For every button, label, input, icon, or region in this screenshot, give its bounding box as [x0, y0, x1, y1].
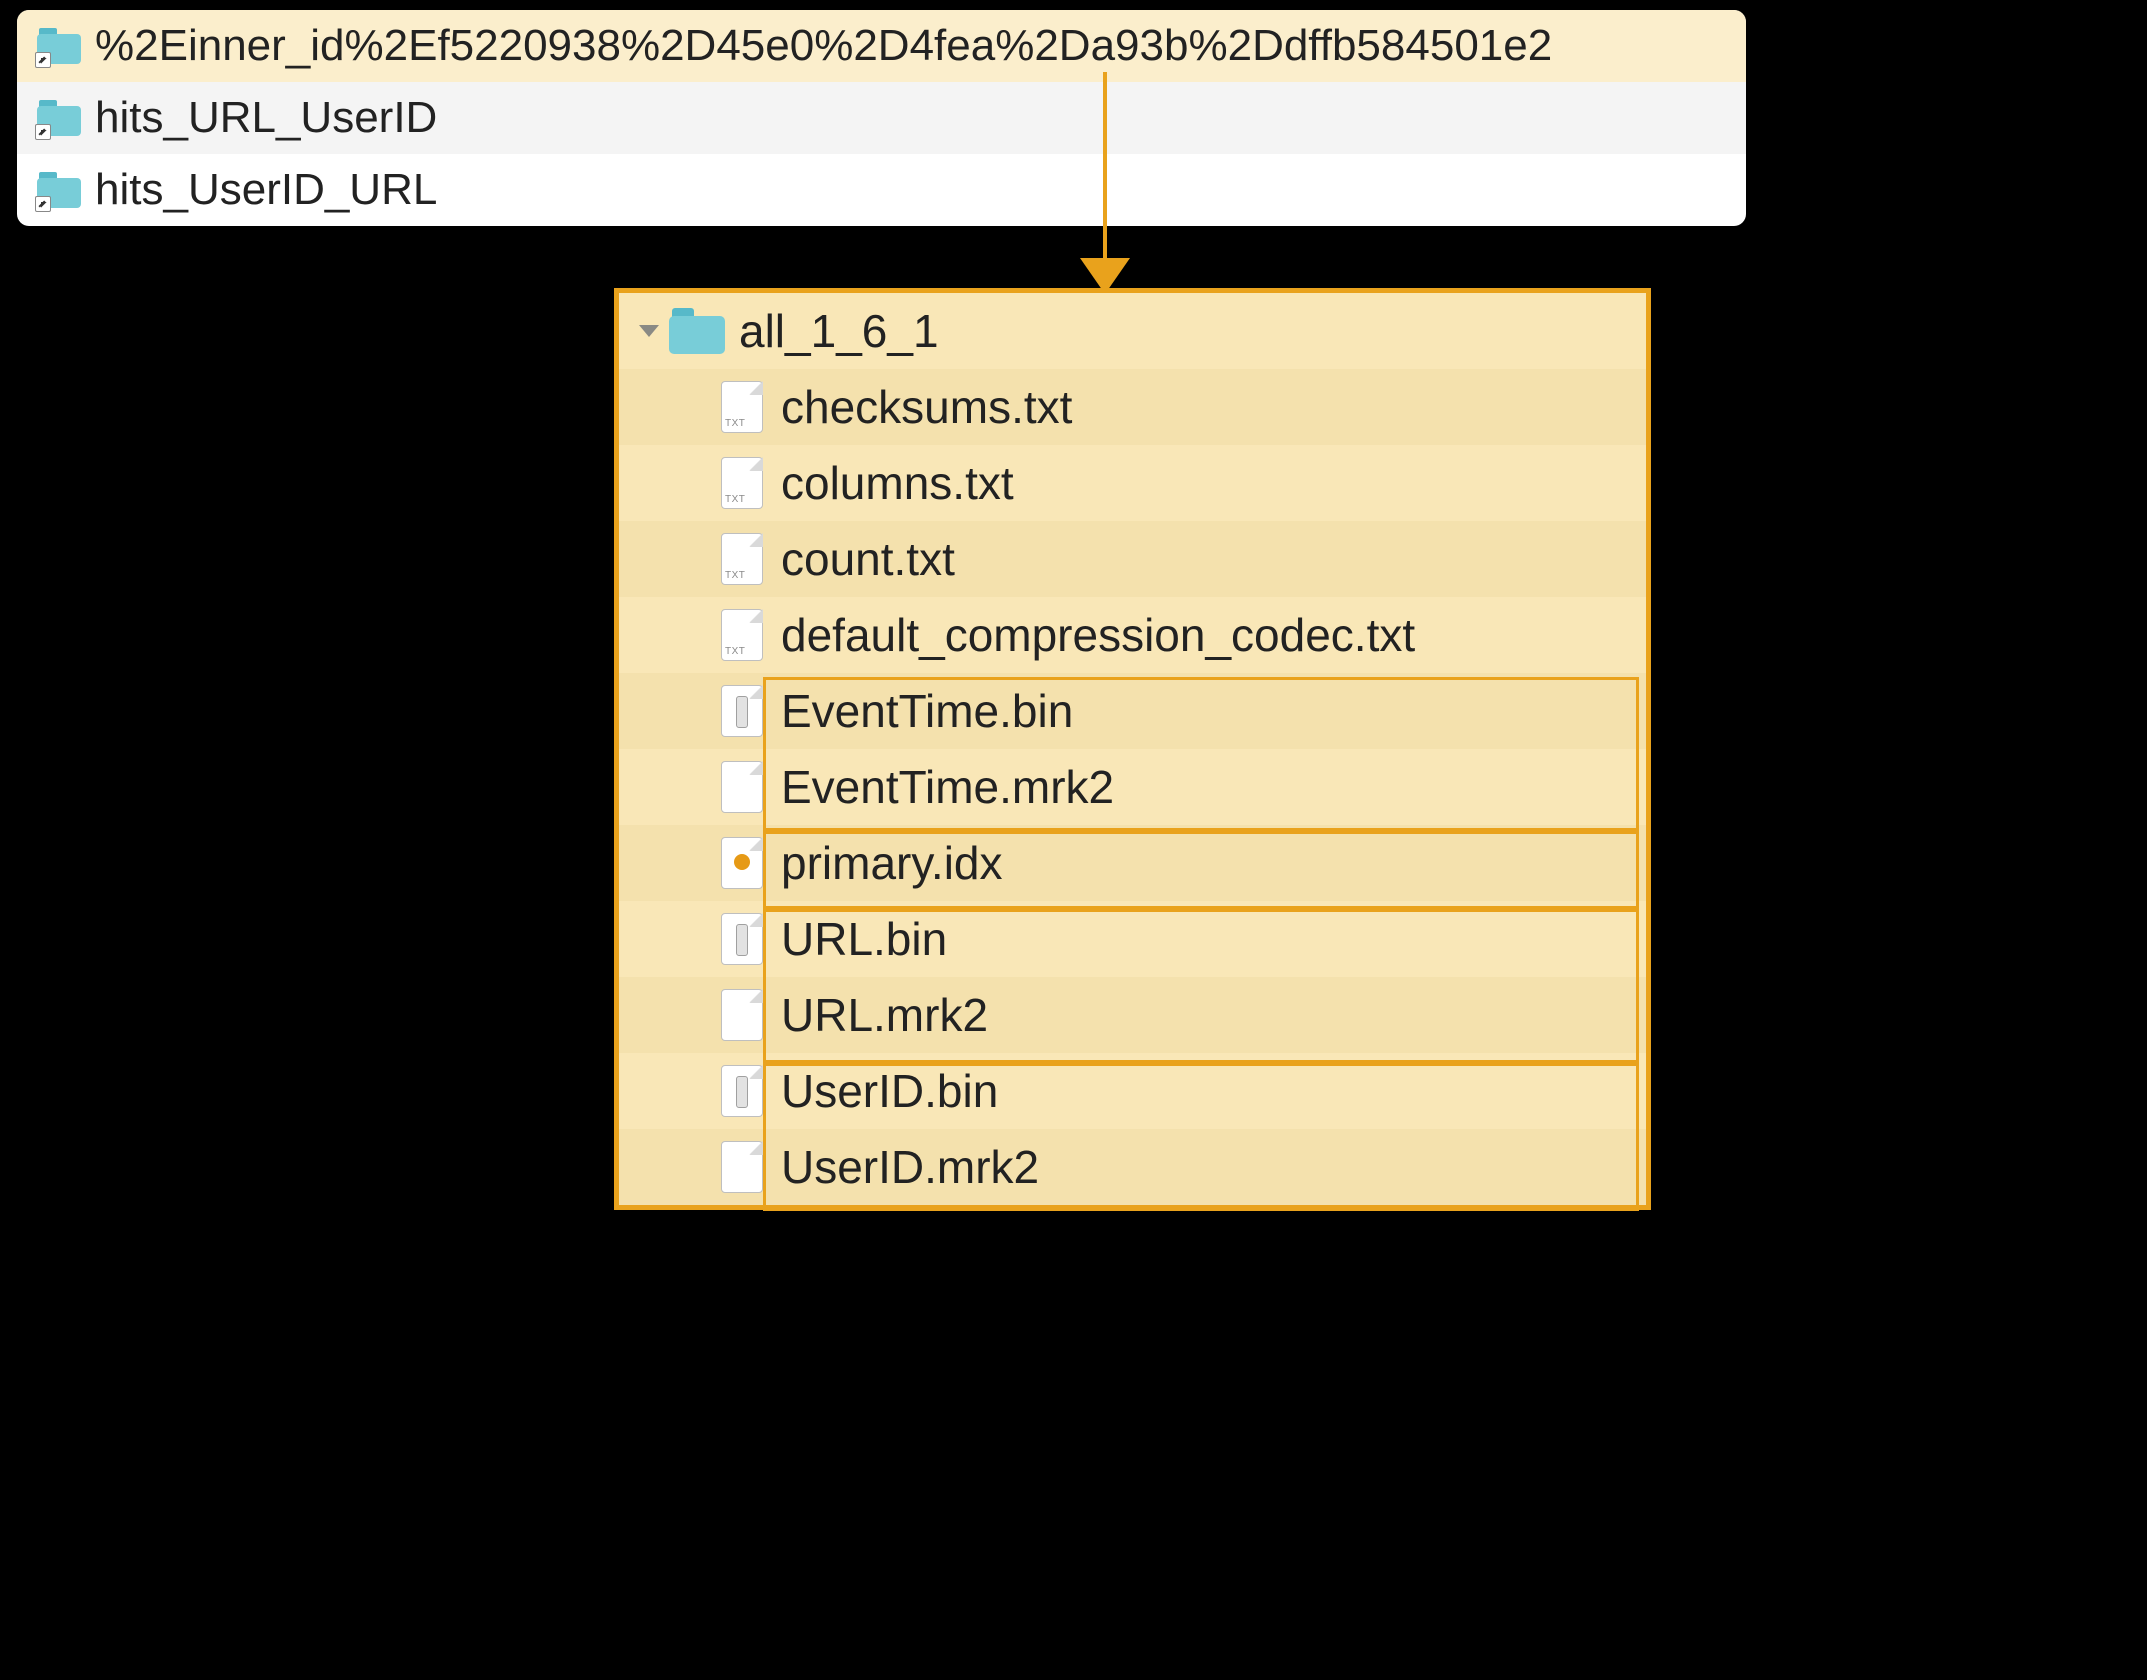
- file-label: primary.idx: [781, 836, 1003, 890]
- folder-alias-icon: [37, 172, 81, 208]
- txt-file-icon: [721, 533, 763, 585]
- file-row[interactable]: columns.txt: [619, 445, 1646, 521]
- idx-file-icon: [721, 837, 763, 889]
- file-label: checksums.txt: [781, 380, 1072, 434]
- file-label: UserID.bin: [781, 1064, 998, 1118]
- folder-contents-panel: all_1_6_1 checksums.txt columns.txt coun…: [614, 288, 1651, 1210]
- bin-file-icon: [721, 1065, 763, 1117]
- txt-file-icon: [721, 457, 763, 509]
- folder-row-hits-userid-url[interactable]: hits_UserID_URL: [17, 154, 1746, 226]
- file-row[interactable]: count.txt: [619, 521, 1646, 597]
- bin-file-icon: [721, 685, 763, 737]
- file-label: EventTime.mrk2: [781, 760, 1114, 814]
- file-row[interactable]: URL.bin: [619, 901, 1646, 977]
- txt-file-icon: [721, 381, 763, 433]
- file-label: count.txt: [781, 532, 955, 586]
- file-icon: [721, 761, 763, 813]
- file-row[interactable]: primary.idx: [619, 825, 1646, 901]
- folder-row-hits-url-userid[interactable]: hits_URL_UserID: [17, 82, 1746, 154]
- folder-alias-icon: [37, 28, 81, 64]
- bin-file-icon: [721, 913, 763, 965]
- file-row[interactable]: default_compression_codec.txt: [619, 597, 1646, 673]
- folder-label: hits_URL_UserID: [95, 93, 437, 143]
- file-row[interactable]: EventTime.mrk2: [619, 749, 1646, 825]
- file-row[interactable]: URL.mrk2: [619, 977, 1646, 1053]
- file-row[interactable]: checksums.txt: [619, 369, 1646, 445]
- txt-file-icon: [721, 609, 763, 661]
- file-label: UserID.mrk2: [781, 1140, 1039, 1194]
- file-icon: [721, 989, 763, 1041]
- file-row[interactable]: UserID.mrk2: [619, 1129, 1646, 1205]
- pointer-arrow-line: [1103, 72, 1107, 265]
- folder-alias-icon: [37, 100, 81, 136]
- parent-folder-row[interactable]: all_1_6_1: [619, 293, 1646, 369]
- folder-label: %2Einner_id%2Ef5220938%2D45e0%2D4fea%2Da…: [95, 21, 1552, 71]
- file-row[interactable]: UserID.bin: [619, 1053, 1646, 1129]
- file-label: default_compression_codec.txt: [781, 608, 1415, 662]
- folder-icon: [669, 308, 725, 354]
- folder-row-inner-id[interactable]: %2Einner_id%2Ef5220938%2D45e0%2D4fea%2Da…: [17, 10, 1746, 82]
- chevron-down-icon[interactable]: [639, 325, 659, 337]
- file-label: URL.bin: [781, 912, 947, 966]
- file-row[interactable]: EventTime.bin: [619, 673, 1646, 749]
- file-label: EventTime.bin: [781, 684, 1073, 738]
- file-icon: [721, 1141, 763, 1193]
- folder-label: hits_UserID_URL: [95, 165, 437, 215]
- file-label: URL.mrk2: [781, 988, 988, 1042]
- parent-folder-label: all_1_6_1: [739, 304, 939, 358]
- file-label: columns.txt: [781, 456, 1014, 510]
- top-folder-list: %2Einner_id%2Ef5220938%2D45e0%2D4fea%2Da…: [17, 10, 1746, 226]
